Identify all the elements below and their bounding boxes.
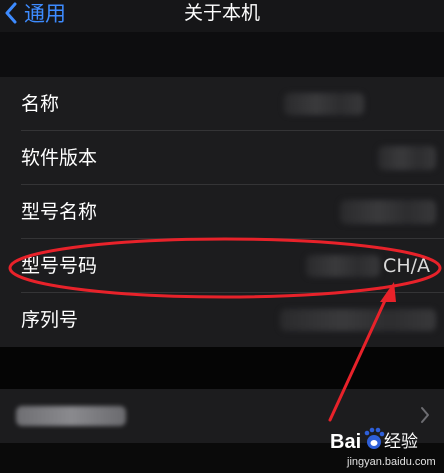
row-label: 软件版本 <box>21 147 98 169</box>
navigation-bar: 通用 关于本机 <box>0 0 444 32</box>
redacted-value <box>340 200 436 224</box>
row-model-number[interactable]: 型号号码 CH/A <box>0 239 444 293</box>
redacted-value <box>284 93 364 115</box>
redacted-value <box>280 309 436 331</box>
row-serial-number[interactable]: 序列号 <box>0 293 444 347</box>
row-redacted-item[interactable] <box>0 389 444 443</box>
redacted-value <box>306 255 380 277</box>
redacted-value <box>378 146 436 170</box>
about-info-group: 名称 软件版本 型号名称 型号号码 CH/A 序列号 <box>0 77 444 347</box>
row-name[interactable]: 名称 <box>0 77 444 131</box>
row-label: 序列号 <box>21 309 79 331</box>
redacted-label <box>16 406 126 426</box>
row-software-version[interactable]: 软件版本 <box>0 131 444 185</box>
row-label: 型号名称 <box>21 201 98 223</box>
row-label: 型号号码 <box>21 255 98 277</box>
model-number-value: CH/A <box>383 255 430 277</box>
row-label: 名称 <box>21 93 60 115</box>
page-title: 关于本机 <box>183 2 260 24</box>
row-model-name[interactable]: 型号名称 <box>0 185 444 239</box>
section-spacer <box>0 32 444 77</box>
bottom-area <box>0 443 444 473</box>
chevron-right-icon <box>421 407 429 423</box>
section-spacer <box>0 347 444 389</box>
